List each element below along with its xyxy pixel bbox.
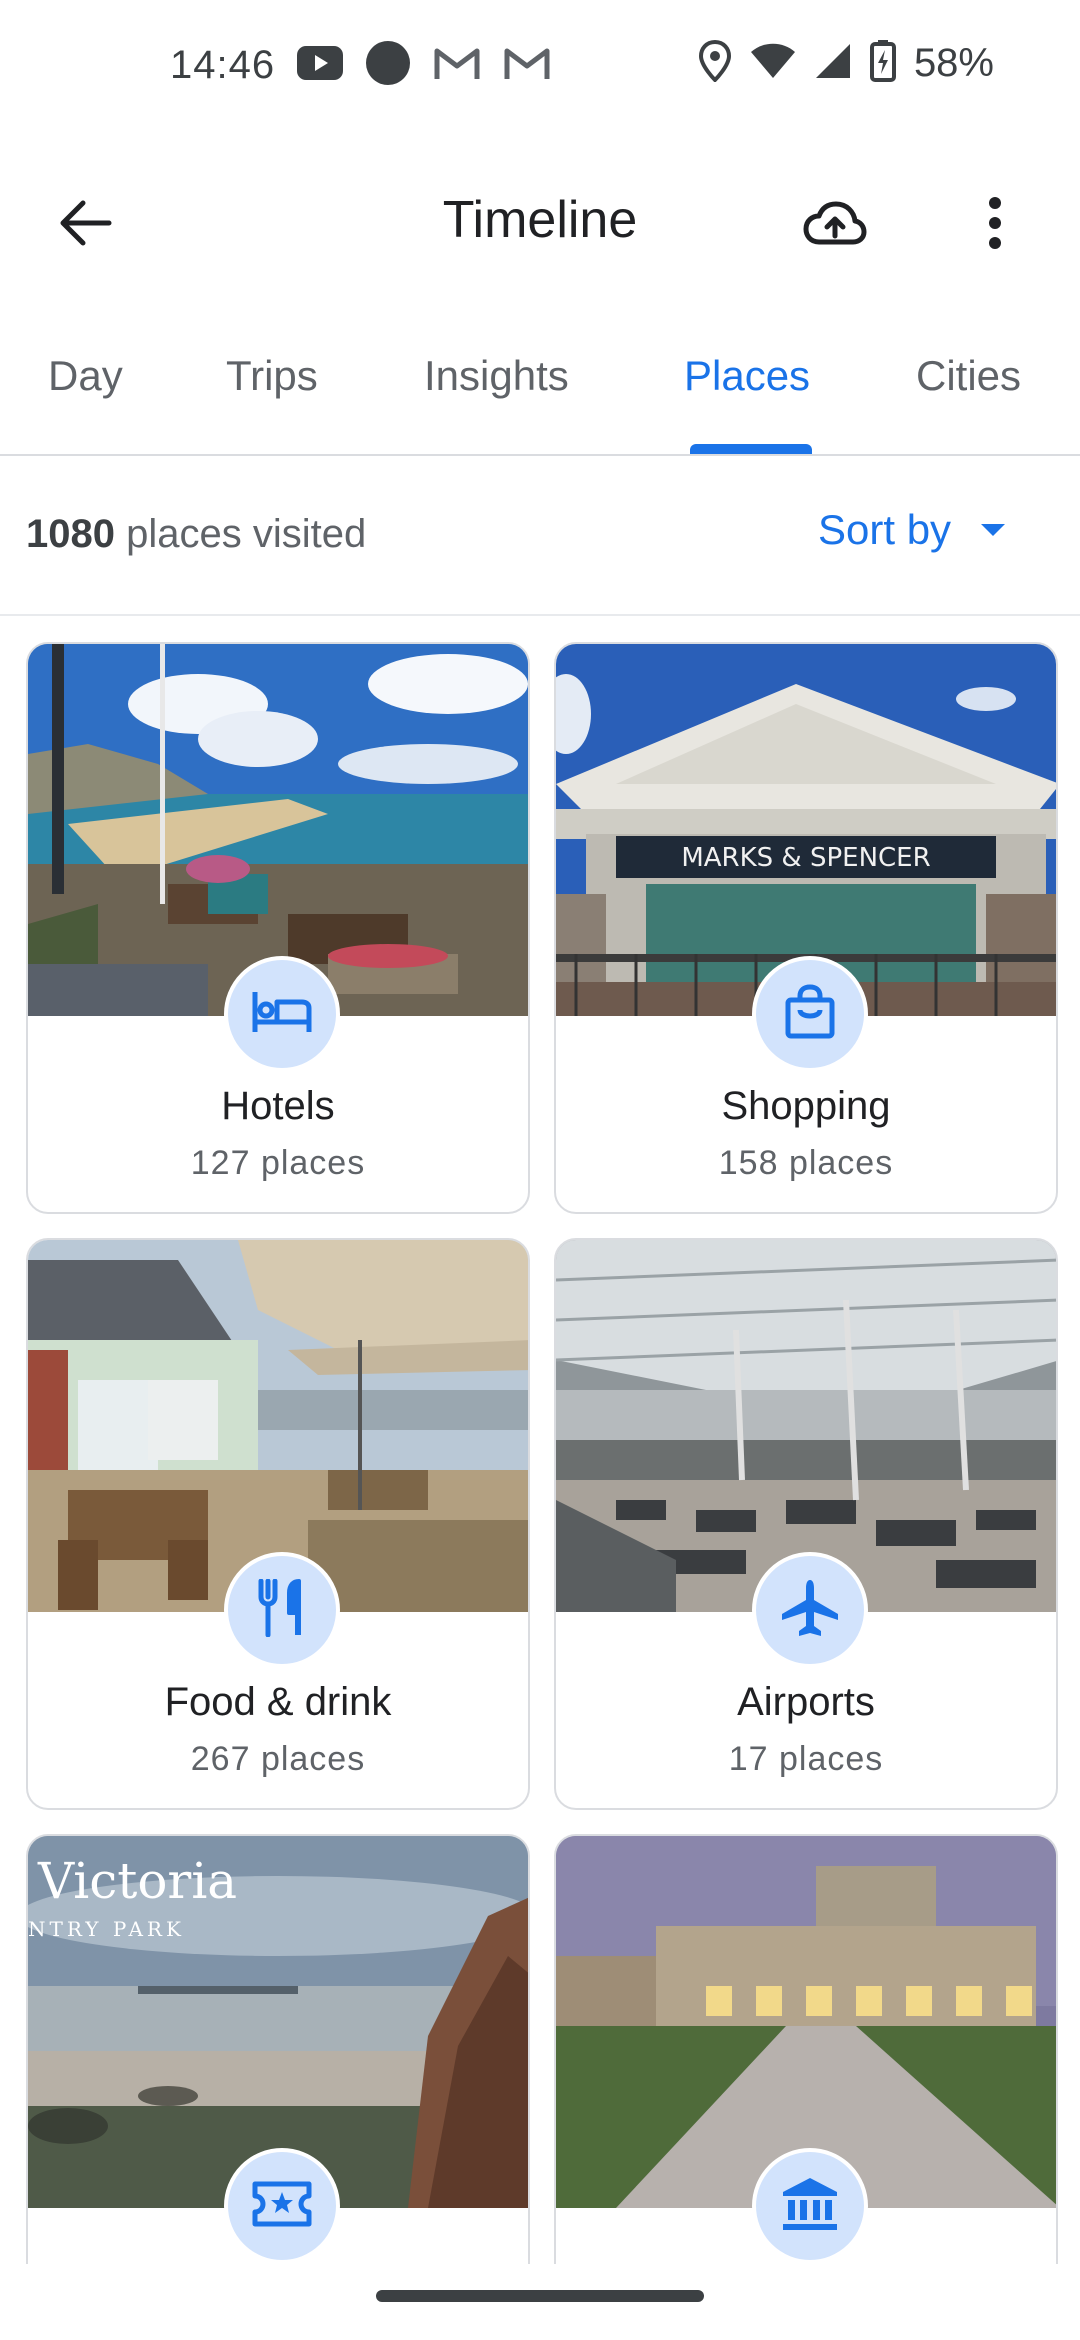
status-right: 58% <box>698 39 994 87</box>
tab-trips[interactable]: Trips <box>226 352 318 400</box>
dropdown-arrow-icon <box>981 524 1006 536</box>
card-subtitle: 17 places <box>728 1740 884 1778</box>
tab-cities[interactable]: Cities <box>916 352 1021 400</box>
card-title: Hotels <box>221 1084 335 1128</box>
home-indicator[interactable] <box>376 2290 704 2302</box>
places-summary: 1080 places visited Sort by <box>0 456 1080 616</box>
tab-insights[interactable]: Insights <box>424 352 569 400</box>
active-tab-indicator <box>690 444 812 454</box>
cloud-upload-button[interactable] <box>790 180 880 270</box>
photo-overlay-subtitle: NTRY PARK <box>28 1917 185 1941</box>
ticket-star-icon <box>251 2180 313 2233</box>
battery-charging-icon <box>869 40 896 87</box>
card-title: Shopping <box>721 1084 891 1128</box>
category-icon-badge <box>224 2148 340 2264</box>
category-icon-badge <box>752 956 868 1072</box>
category-icon-badge <box>224 956 340 1072</box>
hotel-bed-icon <box>251 988 313 1041</box>
youtube-icon <box>297 46 344 85</box>
places-count: 1080 places visited <box>26 512 366 557</box>
tab-bar: Day Trips Insights Places Cities <box>0 320 1080 456</box>
card-subtitle: 267 places <box>190 1740 366 1778</box>
card-subtitle: 158 places <box>718 1144 894 1182</box>
shopping-bag-icon <box>784 983 836 1045</box>
places-count-number: 1080 <box>26 512 115 556</box>
location-icon <box>698 39 732 87</box>
airplane-icon <box>780 1578 840 1643</box>
places-count-suffix: places visited <box>114 512 367 556</box>
more-options-button[interactable] <box>950 180 1040 270</box>
category-card-airports[interactable]: Airports 17 places <box>554 1238 1058 1810</box>
card-title: Airports <box>737 1680 875 1724</box>
category-card-food-and-drink[interactable]: Food & drink 267 places <box>26 1238 530 1810</box>
signal-icon <box>814 42 852 85</box>
category-card-shopping[interactable]: MARKS & SPENCER Shopping 158 places <box>554 642 1058 1214</box>
category-icon-badge <box>752 1552 868 1668</box>
category-icon-badge <box>224 1552 340 1668</box>
dot-icon <box>365 40 411 91</box>
more-vert-icon <box>987 196 1003 254</box>
battery-percent: 58% <box>913 41 994 85</box>
status-time: 14:46 <box>170 43 276 87</box>
cloud-upload-icon <box>803 200 867 251</box>
status-bar: 14:46 58% <box>0 0 1080 140</box>
sort-by-label: Sort by <box>818 506 952 553</box>
card-title: Food & drink <box>164 1680 392 1724</box>
tab-day[interactable]: Day <box>48 352 123 400</box>
restaurant-icon <box>255 1578 309 1642</box>
category-card-hotels[interactable]: Hotels 127 places <box>26 642 530 1214</box>
status-left: 14:46 <box>170 40 551 91</box>
nav-bar-background <box>0 2264 1080 2340</box>
sort-by-dropdown[interactable]: Sort by <box>818 506 1006 554</box>
page-title: Timeline <box>442 191 638 249</box>
museum-icon <box>781 2176 839 2237</box>
tab-places[interactable]: Places <box>684 352 810 400</box>
app-bar: Timeline <box>0 160 1080 280</box>
category-icon-badge <box>752 2148 868 2264</box>
wifi-icon <box>750 42 796 85</box>
gmail-icon <box>433 45 481 86</box>
photo-overlay-title: Victoria <box>37 1852 237 1910</box>
gmail-icon <box>503 45 551 86</box>
store-sign-text: MARKS & SPENCER <box>681 843 930 873</box>
card-subtitle: 127 places <box>190 1144 366 1182</box>
